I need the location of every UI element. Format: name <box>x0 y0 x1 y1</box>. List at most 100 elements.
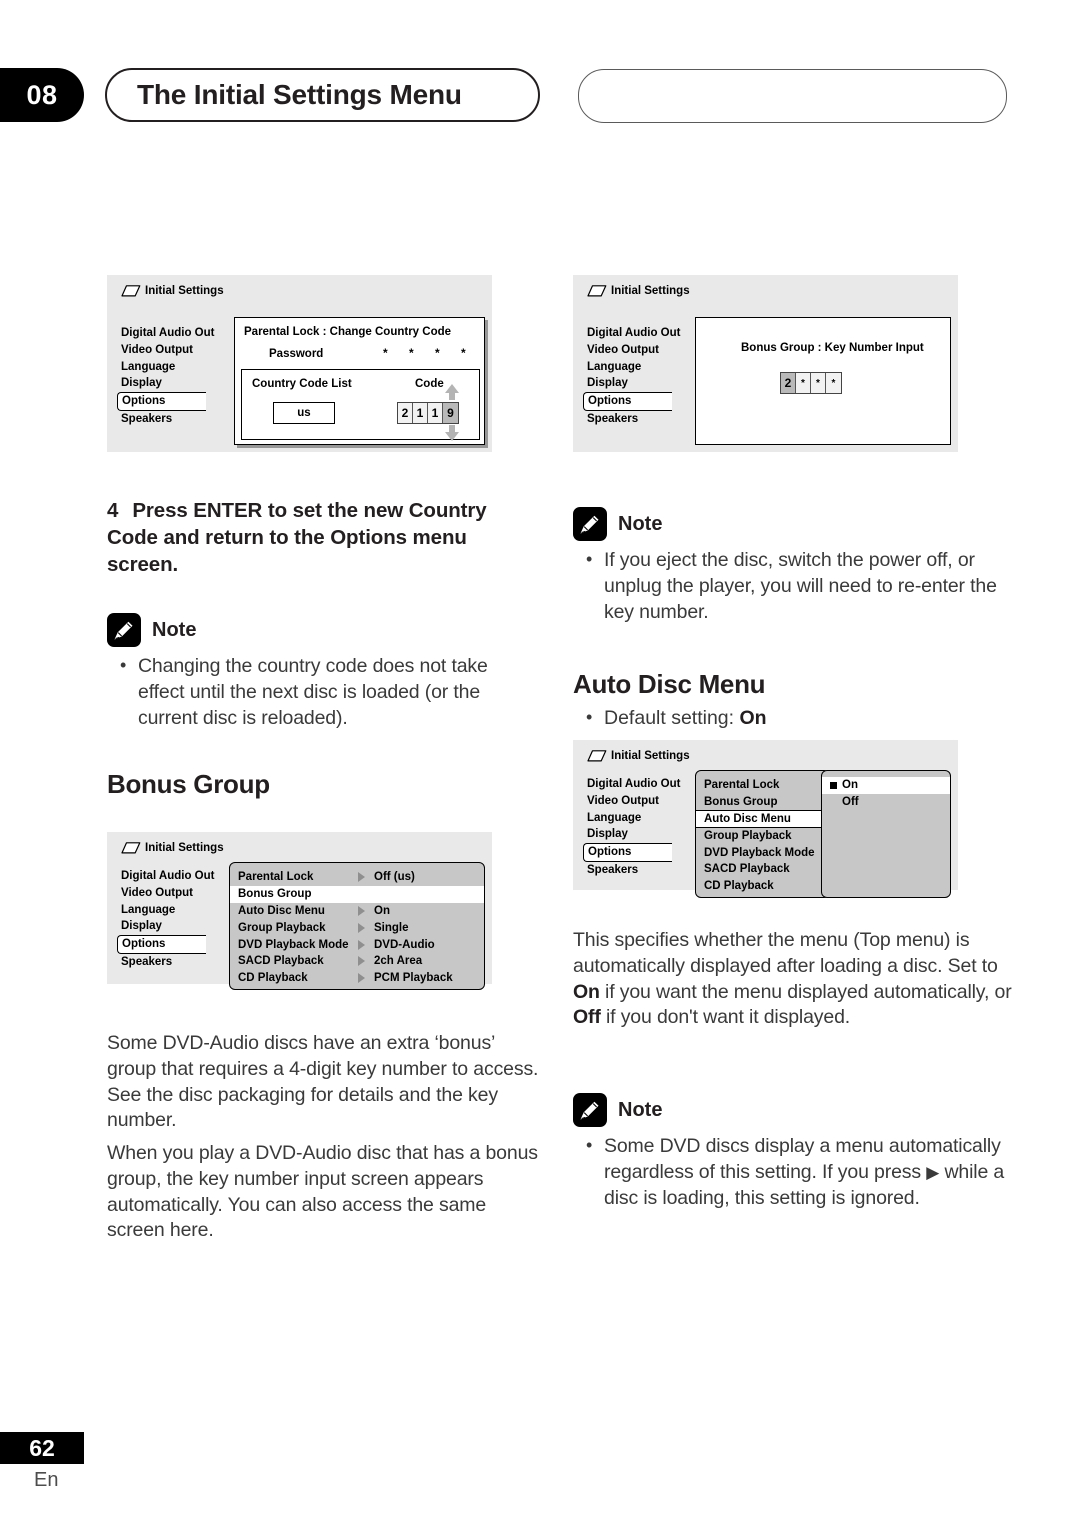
chapter-title: The Initial Settings Menu <box>105 68 540 122</box>
sidebar-item-display: Display <box>587 377 628 390</box>
country-code-inner-box: Country Code List Code us 2 1 1 9 <box>241 369 480 441</box>
sidebar-item-display: Display <box>587 828 628 841</box>
chevron-right-icon <box>354 905 368 916</box>
sidebar-item-digital-audio-out: Digital Audio Out <box>587 778 681 790</box>
submenu-option-off[interactable]: Off <box>822 794 950 811</box>
note-block-1: Note Changing the country code does not … <box>107 613 527 731</box>
menu-row[interactable]: Auto Disc Menu <box>695 809 830 829</box>
default-setting-list: Default setting: On <box>573 705 767 732</box>
key-digit-2[interactable]: * <box>811 373 826 393</box>
code-arrow-down-icon[interactable] <box>445 432 459 441</box>
menu-value: Single <box>374 921 409 934</box>
key-digit-0[interactable]: 2 <box>781 373 796 393</box>
default-setting-value: On <box>739 707 767 729</box>
osd-sidebar: Digital Audio Out Video Output Language … <box>583 776 681 879</box>
menu-label: DVD Playback Mode <box>238 938 349 951</box>
key-digit-1[interactable]: * <box>796 373 811 393</box>
osd-title-text: Initial Settings <box>611 750 690 762</box>
note-item: If you eject the disc, switch the power … <box>586 547 1008 625</box>
menu-row[interactable]: Auto Disc Menu On <box>230 903 484 920</box>
menu-row[interactable]: Parental Lock Off (us) <box>230 869 484 886</box>
menu-row[interactable]: Group Playback <box>696 827 829 844</box>
heading-bonus-group: Bonus Group <box>107 769 270 799</box>
para-part-1: This specifies whether the menu (Top men… <box>573 929 998 977</box>
note-title: Note <box>618 1098 663 1121</box>
menu-row[interactable]: SACD Playback 2ch Area <box>230 953 484 970</box>
note-item: Some DVD discs display a menu automatica… <box>586 1133 1013 1211</box>
code-digit-2[interactable]: 1 <box>428 403 443 423</box>
menu-row[interactable]: DVD Playback Mode <box>696 844 829 861</box>
options-menu-panel: Parental Lock Off (us) Bonus Group Auto … <box>229 862 485 990</box>
sidebar-item-speakers: Speakers <box>587 863 639 876</box>
page-number: 62 <box>0 1432 84 1464</box>
pencil-icon <box>573 1093 607 1127</box>
default-setting-prefix: Default setting: <box>604 707 740 729</box>
menu-label: DVD Playback Mode <box>704 846 815 859</box>
auto-disc-menu-submenu: On Off <box>821 770 951 898</box>
sidebar-item-speakers: Speakers <box>121 955 173 968</box>
note-title: Note <box>618 512 663 535</box>
disc-icon <box>121 285 141 297</box>
osd-title-row: Initial Settings <box>121 285 224 297</box>
menu-row[interactable]: Bonus Group <box>696 794 829 811</box>
code-digit-1[interactable]: 1 <box>413 403 428 423</box>
osd-title-row: Initial Settings <box>121 842 224 854</box>
pencil-icon <box>573 507 607 541</box>
country-code-digits[interactable]: 2 1 1 9 <box>397 402 459 424</box>
country-code-list-label: Country Code List <box>252 378 352 390</box>
right-column: Initial Settings Digital Audio Out Video… <box>573 275 1013 1209</box>
step-4-text: Press ENTER to set the new Country Code … <box>107 499 487 576</box>
sidebar-item-options: Options <box>583 392 672 411</box>
chevron-right-icon <box>354 956 368 967</box>
menu-row[interactable]: CD Playback <box>696 878 829 895</box>
menu-row[interactable]: Bonus Group <box>230 885 484 903</box>
sidebar-item-video-output: Video Output <box>587 794 659 807</box>
sidebar-item-language: Language <box>121 903 176 916</box>
osd-options-menu: Initial Settings Digital Audio Out Video… <box>107 832 492 990</box>
code-digit-3[interactable]: 9 <box>443 403 458 423</box>
chevron-right-icon <box>354 939 368 950</box>
menu-row[interactable]: Parental Lock <box>696 777 829 794</box>
country-code-value[interactable]: us <box>273 402 335 424</box>
osd-title-row: Initial Settings <box>587 750 690 762</box>
disc-icon <box>587 285 607 297</box>
note-items: If you eject the disc, switch the power … <box>573 547 1008 625</box>
sidebar-item-language: Language <box>121 360 176 373</box>
key-number-dialog: Bonus Group : Key Number Input 2 * * * <box>695 317 951 445</box>
page-header: 08 The Initial Settings Menu <box>0 68 1080 123</box>
options-menu-panel: Parental Lock Bonus Group Auto Disc Menu… <box>695 770 830 898</box>
disc-icon <box>121 842 141 854</box>
menu-row[interactable]: SACD Playback <box>696 861 829 878</box>
default-setting-item: Default setting: On <box>586 705 767 732</box>
code-label: Code <box>415 378 444 390</box>
note-header: Note <box>573 1093 1013 1127</box>
submenu-option-on[interactable]: On <box>822 777 950 794</box>
disc-icon <box>587 750 607 762</box>
sidebar-item-video-output: Video Output <box>587 343 659 356</box>
sidebar-item-options: Options <box>117 392 206 411</box>
chevron-right-icon <box>354 973 368 984</box>
menu-row[interactable]: CD Playback PCM Playback <box>230 970 484 987</box>
sidebar-item-options: Options <box>583 843 672 862</box>
paragraph-bonus-group-1: Some DVD-Audio discs have an extra ‘bonu… <box>107 1032 539 1132</box>
menu-label: Auto Disc Menu <box>238 904 325 917</box>
menu-row[interactable]: Group Playback Single <box>230 919 484 936</box>
password-stars: * * * * <box>383 346 475 360</box>
para-part-2: if you want the menu displayed automatic… <box>599 980 1012 1003</box>
key-number-digits[interactable]: 2 * * * <box>780 372 842 394</box>
menu-value: 2ch Area <box>374 955 423 968</box>
sidebar-item-digital-audio-out: Digital Audio Out <box>587 327 681 339</box>
heading-auto-disc-menu: Auto Disc Menu <box>573 669 766 699</box>
key-digit-3[interactable]: * <box>826 373 841 393</box>
menu-row[interactable]: DVD Playback Mode DVD-Audio <box>230 936 484 953</box>
note-item: Changing the country code does not take … <box>120 653 527 731</box>
code-digit-0[interactable]: 2 <box>398 403 413 423</box>
menu-label: SACD Playback <box>238 955 324 968</box>
play-triangle-icon: ▶ <box>926 1162 940 1182</box>
submenu-label: Off <box>842 796 859 809</box>
note-header: Note <box>107 613 527 647</box>
chevron-right-icon <box>354 922 368 933</box>
note-items: Changing the country code does not take … <box>107 653 527 731</box>
osd-sidebar: Digital Audio Out Video Output Language … <box>117 325 214 428</box>
note-items: Some DVD discs display a menu automatica… <box>573 1133 1013 1211</box>
